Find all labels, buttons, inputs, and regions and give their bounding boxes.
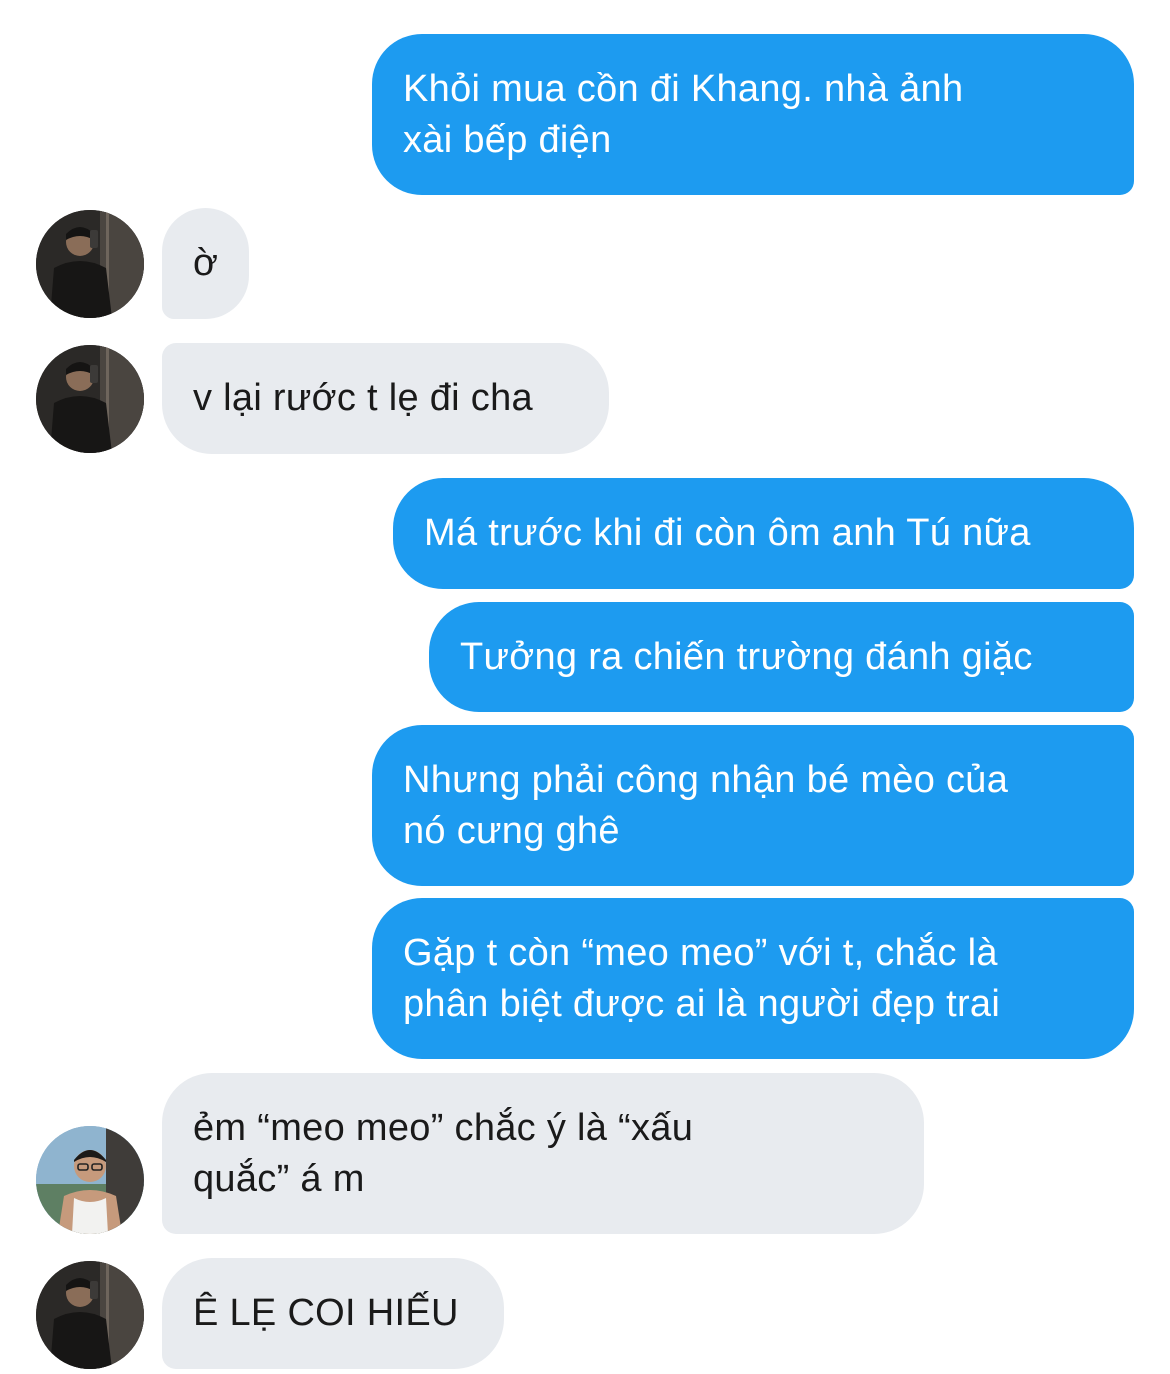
mirror-selfie-avatar[interactable]	[36, 1261, 144, 1369]
mirror-selfie-avatar[interactable]	[36, 345, 144, 453]
outgoing-message-bubble[interactable]: Gặp t còn “meo meo” với t, chắc là phân …	[372, 898, 1134, 1059]
incoming-message-bubble[interactable]: ờ	[162, 208, 249, 319]
glasses-tanktop-avatar[interactable]	[36, 1126, 144, 1234]
incoming-message-bubble[interactable]: Ê LẸ COI HIẾU	[162, 1258, 504, 1369]
mirror-selfie-avatar[interactable]	[36, 210, 144, 318]
outgoing-message-bubble[interactable]: Má trước khi đi còn ôm anh Tú nữa	[393, 478, 1134, 589]
incoming-message-bubble[interactable]: v lại rước t lẹ đi cha	[162, 343, 609, 454]
outgoing-message-bubble[interactable]: Nhưng phải công nhận bé mèo của nó cưng …	[372, 725, 1134, 886]
incoming-message-bubble[interactable]: ẻm “meo meo” chắc ý là “xấu quắc” á m	[162, 1073, 924, 1234]
outgoing-message-bubble[interactable]: Tưởng ra chiến trường đánh giặc	[429, 602, 1134, 712]
outgoing-message-bubble[interactable]: Khỏi mua cồn đi Khang. nhà ảnh xài bếp đ…	[372, 34, 1134, 195]
